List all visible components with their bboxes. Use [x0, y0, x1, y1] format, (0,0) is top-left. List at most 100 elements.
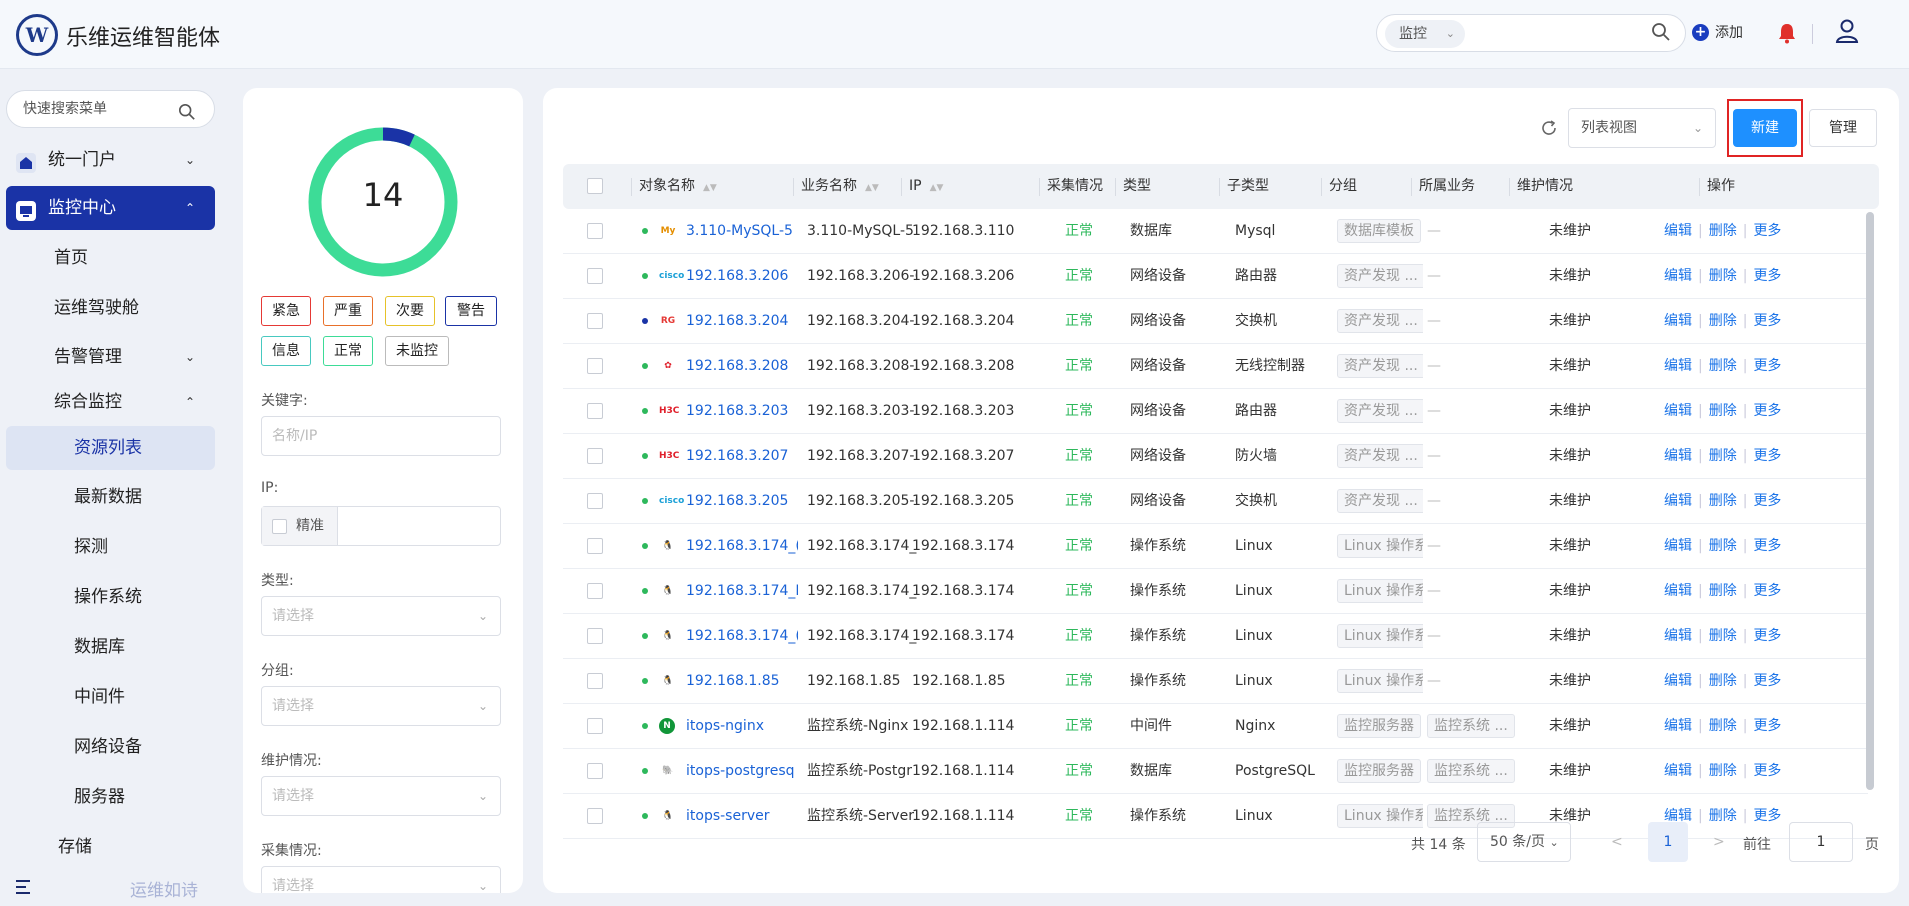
row-checkbox[interactable]	[587, 358, 603, 374]
edit-link[interactable]: 编辑	[1664, 583, 1692, 599]
edit-link[interactable]: 编辑	[1664, 718, 1692, 734]
row-checkbox[interactable]	[587, 403, 603, 419]
edit-link[interactable]: 编辑	[1664, 538, 1692, 554]
tag-warning[interactable]: 警告	[445, 296, 497, 326]
delete-link[interactable]: 删除	[1709, 313, 1737, 329]
row-checkbox[interactable]	[587, 673, 603, 689]
new-button[interactable]: 新建	[1733, 109, 1797, 147]
table-row[interactable]: RG 192.168.3.204 192.168.3.204-I 192.168…	[563, 299, 1868, 344]
tag-info[interactable]: 信息	[261, 336, 311, 366]
more-link[interactable]: 更多	[1753, 808, 1781, 824]
table-row[interactable]: cisco 192.168.3.206 192.168.3.206-( 192.…	[563, 254, 1868, 299]
delete-link[interactable]: 删除	[1709, 538, 1737, 554]
sidebar-item-latest-data[interactable]: 最新数据	[6, 475, 215, 519]
row-checkbox[interactable]	[587, 538, 603, 554]
tag-urgent[interactable]: 紧急	[261, 296, 311, 326]
row-checkbox[interactable]	[587, 268, 603, 284]
edit-link[interactable]: 编辑	[1664, 493, 1692, 509]
delete-link[interactable]: 删除	[1709, 493, 1737, 509]
view-select[interactable]: 列表视图 ⌄	[1568, 108, 1716, 148]
sidebar-item-resource-list[interactable]: 资源列表	[6, 426, 215, 470]
row-checkbox[interactable]	[587, 808, 603, 824]
delete-link[interactable]: 删除	[1709, 583, 1737, 599]
delete-link[interactable]: 删除	[1709, 673, 1737, 689]
more-link[interactable]: 更多	[1753, 718, 1781, 734]
object-name-link[interactable]: 192.168.3.205	[686, 479, 798, 523]
sidebar-item-os[interactable]: 操作系统	[6, 575, 215, 619]
delete-link[interactable]: 删除	[1709, 628, 1737, 644]
col-biz[interactable]: 业务名称 ▲▼	[793, 164, 879, 209]
next-page-icon[interactable]: >	[1713, 834, 1725, 850]
table-row[interactable]: 🐧 192.168.3.174_I 192.168.3.174_I 192.16…	[563, 569, 1868, 614]
type-select[interactable]: 请选择 ⌄	[261, 596, 501, 636]
sidebar-item-monitor-center[interactable]: 监控中心 ⌃	[6, 186, 215, 230]
user-icon[interactable]	[1834, 18, 1860, 48]
edit-link[interactable]: 编辑	[1664, 673, 1692, 689]
tag-normal[interactable]: 正常	[323, 336, 373, 366]
more-link[interactable]: 更多	[1753, 493, 1781, 509]
edit-link[interactable]: 编辑	[1664, 448, 1692, 464]
ip-input[interactable]: 精准	[261, 506, 501, 546]
more-link[interactable]: 更多	[1753, 223, 1781, 239]
delete-link[interactable]: 删除	[1709, 223, 1737, 239]
row-checkbox[interactable]	[587, 583, 603, 599]
object-name-link[interactable]: 3.110-MySQL-5	[686, 209, 798, 253]
table-row[interactable]: 🐘 itops-postgresq 监控系统-Postgr 192.168.1.…	[563, 749, 1868, 794]
row-checkbox[interactable]	[587, 493, 603, 509]
collect-select[interactable]: 请选择 ⌄	[261, 866, 501, 893]
table-scrollbar[interactable]	[1866, 212, 1874, 790]
sidebar-item-network[interactable]: 网络设备	[6, 725, 215, 769]
menu-search-input[interactable]: 快速搜索菜单	[6, 90, 215, 128]
sidebar-item-database[interactable]: 数据库	[6, 625, 215, 669]
object-name-link[interactable]: 192.168.3.174_(	[686, 524, 798, 568]
exact-match-toggle[interactable]: 精准	[262, 507, 338, 545]
more-link[interactable]: 更多	[1753, 358, 1781, 374]
prev-page-icon[interactable]: <	[1611, 834, 1623, 850]
object-name-link[interactable]: 192.168.3.206	[686, 254, 798, 298]
edit-link[interactable]: 编辑	[1664, 358, 1692, 374]
more-link[interactable]: 更多	[1753, 583, 1781, 599]
row-checkbox[interactable]	[587, 718, 603, 734]
search-icon[interactable]	[178, 99, 196, 135]
more-link[interactable]: 更多	[1753, 448, 1781, 464]
sort-icon[interactable]: ▲▼	[865, 183, 879, 193]
page-1[interactable]: 1	[1648, 822, 1688, 862]
maint-select[interactable]: 请选择 ⌄	[261, 776, 501, 816]
col-ip[interactable]: IP ▲▼	[900, 164, 943, 209]
col-name[interactable]: 对象名称 ▲▼	[631, 164, 717, 209]
sidebar-item-cockpit[interactable]: 运维驾驶舱	[6, 286, 215, 330]
sidebar-item-integrated-monitor[interactable]: 综合监控 ⌃	[6, 380, 215, 424]
edit-link[interactable]: 编辑	[1664, 268, 1692, 284]
edit-link[interactable]: 编辑	[1664, 763, 1692, 779]
delete-link[interactable]: 删除	[1709, 403, 1737, 419]
object-name-link[interactable]: 192.168.3.204	[686, 299, 798, 343]
bell-icon[interactable]	[1777, 22, 1797, 48]
edit-link[interactable]: 编辑	[1664, 313, 1692, 329]
exact-checkbox[interactable]	[272, 519, 287, 534]
more-link[interactable]: 更多	[1753, 403, 1781, 419]
more-link[interactable]: 更多	[1753, 628, 1781, 644]
search-icon[interactable]	[1651, 22, 1671, 46]
table-row[interactable]: 🐧 192.168.3.174_( 192.168.3.174_( 192.16…	[563, 524, 1868, 569]
tag-unmonitored[interactable]: 未监控	[385, 336, 449, 366]
table-row[interactable]: H3C 192.168.3.203 192.168.3.203-I 192.16…	[563, 389, 1868, 434]
collapse-menu-icon[interactable]	[16, 880, 34, 898]
sidebar-item-portal[interactable]: 统一门户 ⌄	[6, 138, 215, 182]
search-scope-select[interactable]: 监控 ⌄	[1385, 20, 1465, 48]
table-row[interactable]: cisco 192.168.3.205 192.168.3.205-( 192.…	[563, 479, 1868, 524]
more-link[interactable]: 更多	[1753, 313, 1781, 329]
object-name-link[interactable]: 192.168.3.207	[686, 434, 798, 478]
row-checkbox[interactable]	[587, 448, 603, 464]
edit-link[interactable]: 编辑	[1664, 403, 1692, 419]
table-row[interactable]: N itops-nginx 监控系统-Nginx 192.168.1.114 正…	[563, 704, 1868, 749]
delete-link[interactable]: 删除	[1709, 808, 1737, 824]
select-all-checkbox[interactable]	[587, 178, 603, 194]
delete-link[interactable]: 删除	[1709, 358, 1737, 374]
refresh-icon[interactable]	[1539, 118, 1559, 142]
global-search[interactable]: 监控 ⌄	[1376, 14, 1686, 52]
table-row[interactable]: H3C 192.168.3.207 192.168.3.207-I 192.16…	[563, 434, 1868, 479]
tag-severe[interactable]: 严重	[323, 296, 373, 326]
table-row[interactable]: ✿ 192.168.3.208 192.168.3.208-I 192.168.…	[563, 344, 1868, 389]
sidebar-item-home[interactable]: 首页	[6, 236, 215, 280]
edit-link[interactable]: 编辑	[1664, 628, 1692, 644]
